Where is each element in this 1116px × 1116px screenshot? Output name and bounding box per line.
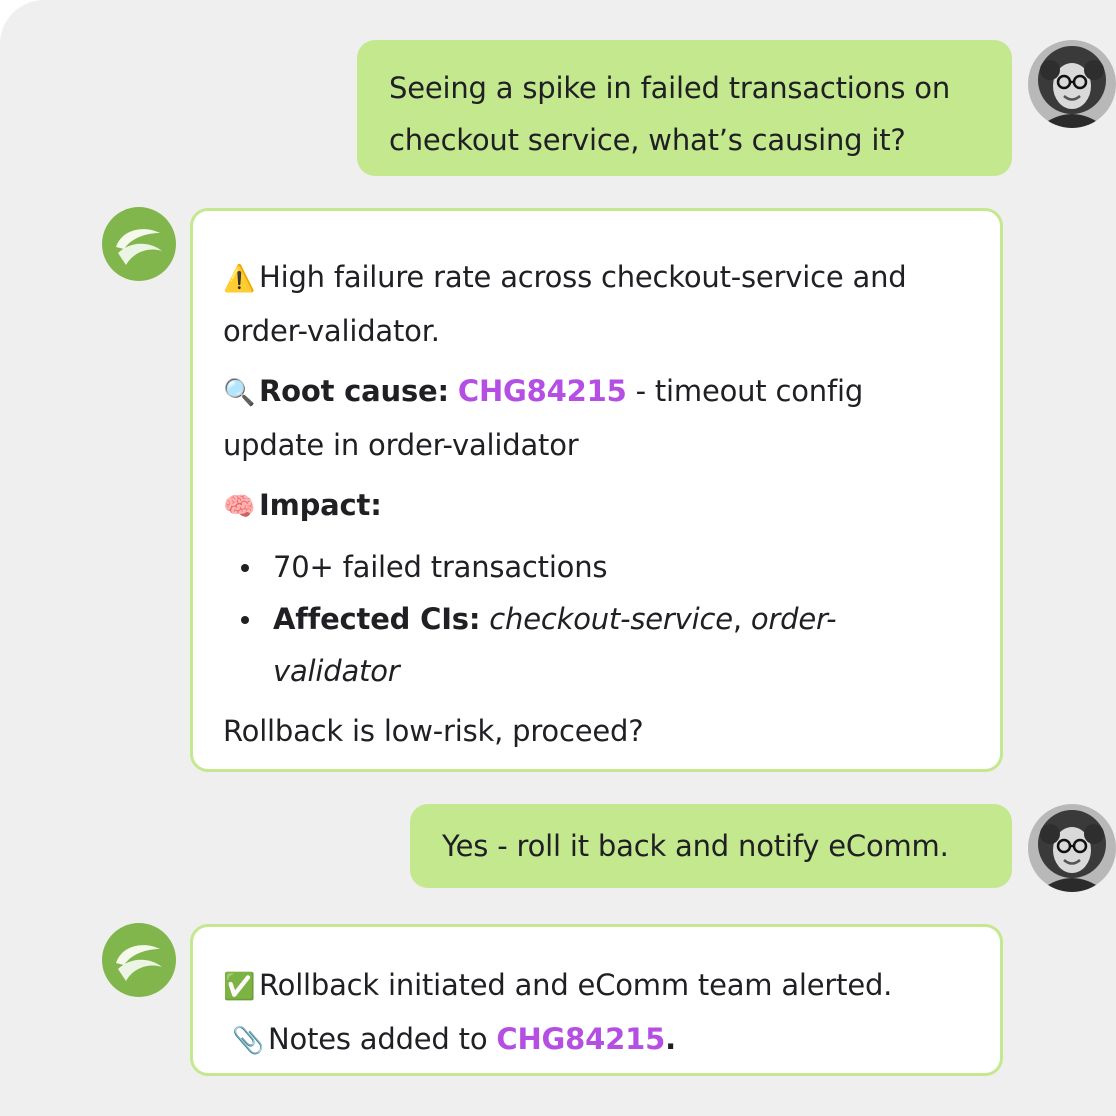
paperclip-icon: 📎	[232, 1026, 265, 1056]
user-message-2-text: Yes - roll it back and notify eComm.	[442, 829, 949, 863]
change-link[interactable]: CHG84215	[458, 374, 627, 408]
user-avatar	[1028, 804, 1116, 892]
user-avatar	[1028, 40, 1116, 128]
user-message-1-line-1: Seeing a spike in failed transactions on	[389, 71, 951, 105]
root-cause-text-1: - timeout config	[626, 374, 864, 408]
summary-line-2: order-validator.	[223, 314, 440, 348]
user-avatar-icon	[1028, 804, 1116, 892]
user-message-1: Seeing a spike in failed transactions on…	[357, 40, 1012, 176]
root-cause: 🔍 Root cause: CHG84215 - timeout config u…	[223, 365, 970, 471]
rollback-status-text: Rollback initiated and eComm team alerte…	[259, 968, 893, 1002]
user-avatar-icon	[1028, 40, 1116, 128]
check-icon: ✅	[223, 972, 256, 1002]
impact-list: 70+ failed transactions Affected CIs: ch…	[223, 541, 970, 697]
warning-icon: ⚠️	[223, 264, 256, 294]
notes-suffix: .	[665, 1022, 676, 1056]
impact-label: Impact:	[259, 488, 382, 522]
leaf-logo-icon	[116, 945, 162, 981]
ci-order-validator-part-2: validator	[273, 654, 400, 688]
notes-prefix: Notes added to	[268, 1022, 497, 1056]
ci-order-validator-part-1: order-	[750, 602, 837, 636]
impact-bullet-1: 70+ failed transactions	[241, 541, 970, 593]
user-message-2: Yes - roll it back and notify eComm.	[410, 804, 1012, 888]
summary-line-1: High failure rate across checkout-servic…	[259, 260, 907, 294]
affected-cis-label: Affected CIs:	[273, 602, 481, 636]
user-message-1-line-2: checkout service, what’s causing it?	[389, 123, 906, 157]
notes-line: 📎 Notes added to CHG84215.	[223, 1013, 970, 1067]
root-cause-text-2: update in order-validator	[223, 428, 579, 462]
magnifier-icon: 🔍	[223, 378, 256, 408]
rollback-question: Rollback is low-risk, proceed?	[223, 714, 644, 748]
root-cause-label: Root cause:	[259, 374, 449, 408]
ci-checkout-service: checkout-service	[489, 602, 733, 636]
ci-separator: ,	[732, 602, 751, 636]
change-link[interactable]: CHG84215	[496, 1022, 665, 1056]
leaf-logo-icon	[116, 229, 162, 265]
summary: ⚠️ High failure rate across checkout-serv…	[223, 251, 970, 357]
bot-logo	[102, 923, 176, 997]
bot-logo	[102, 207, 176, 281]
brain-icon: 🧠	[223, 492, 256, 522]
bot-message-1: ⚠️ High failure rate across checkout-serv…	[190, 208, 1003, 772]
bot-message-2: ✅ Rollback initiated and eComm team alert…	[190, 924, 1003, 1076]
impact-bullet-1-text: 70+ failed transactions	[273, 550, 608, 584]
impact-heading: 🧠 Impact:	[223, 479, 970, 533]
impact-bullet-2: Affected CIs: checkout-service, order- v…	[241, 593, 970, 697]
rollback-status: ✅ Rollback initiated and eComm team alert…	[223, 959, 970, 1013]
chat-canvas: Seeing a spike in failed transactions on…	[0, 0, 1116, 1116]
